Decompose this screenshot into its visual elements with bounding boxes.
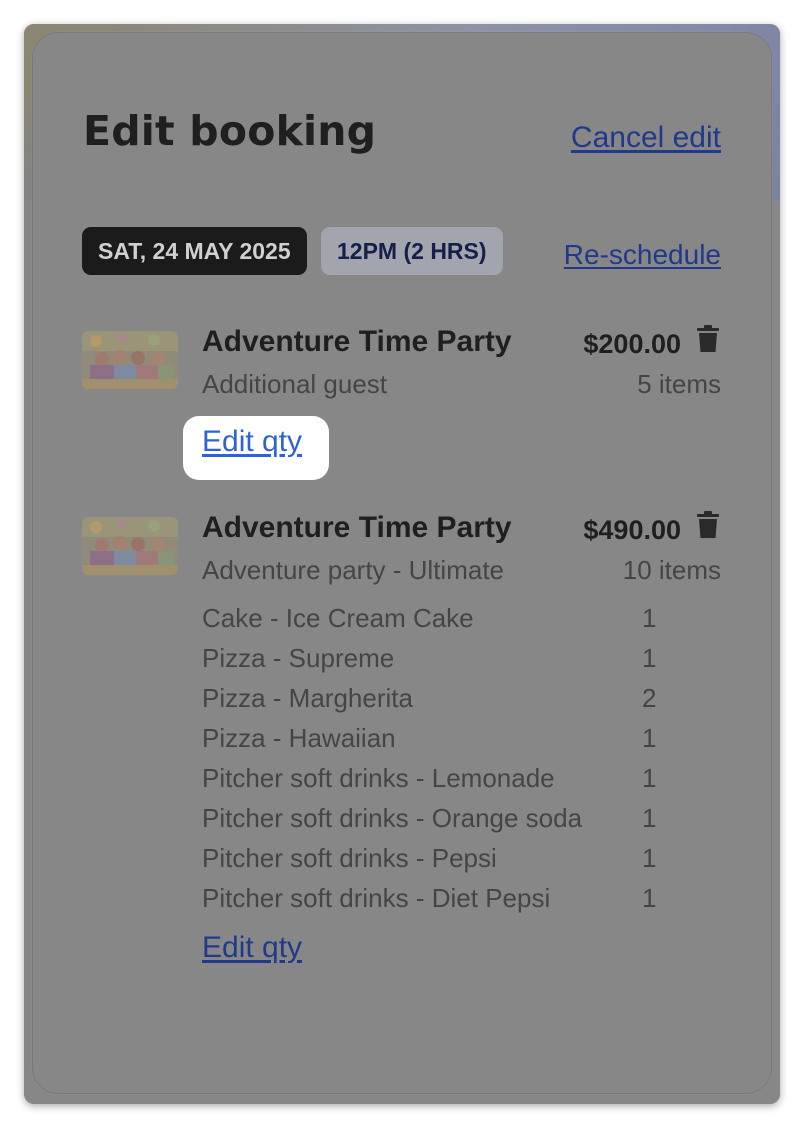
item-subtitle: Additional guest [202,369,388,399]
option-label: Cake - Ice Cream Cake [202,603,474,633]
trash-icon[interactable] [695,325,721,353]
time-badge: 12PM (2 HRS) [321,227,503,275]
option-row: Pizza - Hawaiian 1 [202,723,662,763]
modal-title: Edit booking [83,107,377,155]
option-qty: 1 [642,883,657,913]
option-qty: 1 [642,843,657,873]
trash-icon[interactable] [695,511,721,539]
option-row: Pitcher soft drinks - Pepsi 1 [202,843,662,883]
item-name: Adventure Time Party [202,325,512,358]
option-qty: 1 [642,643,657,673]
party-thumbnail [82,517,178,575]
item-count: 10 items [622,555,721,585]
page-frame: Edit booking Cancel edit SAT, 24 MAY 202… [24,24,780,1104]
edit-qty-link[interactable]: Edit qty [202,425,302,459]
option-label: Pizza - Supreme [202,643,395,673]
option-qty: 1 [642,723,657,753]
option-row: Pizza - Margherita 2 [202,683,662,723]
item-price: $200.00 [583,329,681,359]
edit-qty-link[interactable]: Edit qty [202,931,302,965]
option-qty: 1 [642,763,657,793]
option-label: Pizza - Hawaiian [202,723,396,753]
option-row: Pitcher soft drinks - Diet Pepsi 1 [202,883,662,923]
option-row: Cake - Ice Cream Cake 1 [202,603,662,643]
item-price: $490.00 [583,515,681,545]
option-label: Pitcher soft drinks - Diet Pepsi [202,883,551,913]
item-name: Adventure Time Party [202,511,512,544]
option-qty: 1 [642,803,657,833]
item-subtitle: Adventure party - Ultimate [202,555,505,585]
option-qty: 1 [642,603,657,633]
item-count: 5 items [637,369,721,399]
party-thumbnail [82,331,178,389]
option-row: Pitcher soft drinks - Lemonade 1 [202,763,662,803]
option-label: Pizza - Margherita [202,683,413,713]
cancel-edit-link[interactable]: Cancel edit [571,121,721,155]
option-qty: 2 [642,683,657,713]
date-badge: SAT, 24 MAY 2025 [82,227,307,275]
option-row: Pizza - Supreme 1 [202,643,662,683]
edit-booking-modal: Edit booking Cancel edit SAT, 24 MAY 202… [32,32,772,1094]
option-label: Pitcher soft drinks - Orange soda [202,803,583,833]
reschedule-link[interactable]: Re-schedule [564,239,721,271]
option-label: Pitcher soft drinks - Pepsi [202,843,497,873]
option-label: Pitcher soft drinks - Lemonade [202,763,555,793]
option-row: Pitcher soft drinks - Orange soda 1 [202,803,662,843]
